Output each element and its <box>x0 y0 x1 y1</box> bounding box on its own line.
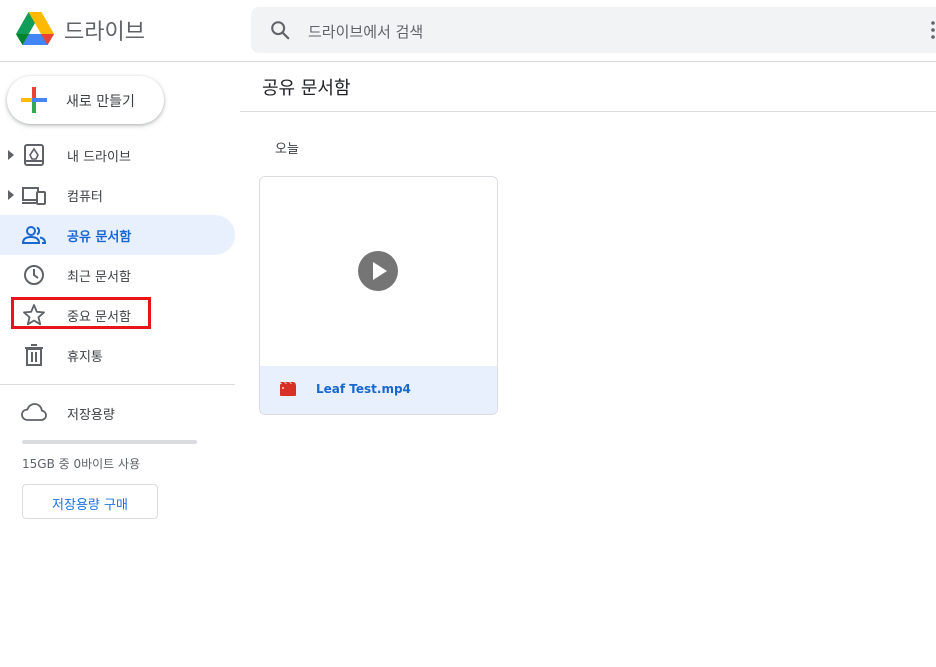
new-button[interactable]: 새로 만들기 <box>7 76 164 124</box>
computer-icon <box>22 187 46 205</box>
sidebar-item-label: 휴지통 <box>67 350 103 365</box>
sidebar-item-label: 내 드라이브 <box>67 150 131 165</box>
sidebar-item-trash[interactable]: 휴지통 <box>0 335 235 375</box>
file-card-footer[interactable]: Leaf Test.mp4 <box>260 366 497 414</box>
storage-usage-text: 15GB 중 0바이트 사용 <box>22 457 141 471</box>
sidebar-item-computers[interactable]: 컴퓨터 <box>0 175 235 215</box>
play-icon <box>358 251 398 291</box>
top-bar: 드라이브 드라이브에서 검색 <box>0 0 936 62</box>
file-card[interactable]: Leaf Test.mp4 <box>259 176 498 415</box>
section-header-today: 오늘 <box>275 142 299 157</box>
new-button-label: 새로 만들기 <box>66 94 135 110</box>
trash-icon <box>25 344 43 366</box>
video-file-icon <box>280 382 296 396</box>
sidebar-item-label: 최근 문서함 <box>67 270 131 285</box>
expand-arrow-icon[interactable] <box>8 150 14 160</box>
cloud-icon <box>21 403 47 421</box>
sidebar-item-label: 공유 문서함 <box>67 230 132 245</box>
app-title[interactable]: 드라이브 <box>64 14 145 46</box>
sidebar-item-label: 컴퓨터 <box>67 190 103 205</box>
sidebar-item-recent[interactable]: 최근 문서함 <box>0 255 235 295</box>
more-options-icon[interactable] <box>930 20 936 40</box>
plus-icon <box>21 87 47 113</box>
sidebar-item-my-drive[interactable]: 내 드라이브 <box>0 135 235 175</box>
search-placeholder[interactable]: 드라이브에서 검색 <box>308 21 423 42</box>
highlight-annotation-box <box>11 297 151 329</box>
storage-usage-bar <box>22 440 197 444</box>
sidebar-item-shared[interactable]: 공유 문서함 <box>0 215 235 255</box>
storage-label[interactable]: 저장용량 <box>67 404 115 423</box>
main-divider <box>240 111 936 112</box>
buy-storage-button[interactable]: 저장용량 구매 <box>22 484 158 519</box>
recent-clock-icon <box>24 265 44 285</box>
drive-logo-icon[interactable] <box>16 12 54 46</box>
expand-arrow-icon[interactable] <box>8 190 14 200</box>
sidebar-divider <box>0 384 235 385</box>
file-name: Leaf Test.mp4 <box>316 382 411 396</box>
search-bar[interactable]: 드라이브에서 검색 <box>251 7 936 53</box>
buy-storage-label: 저장용량 구매 <box>52 498 128 513</box>
page-title: 공유 문서함 <box>262 78 351 99</box>
shared-icon <box>22 226 46 244</box>
file-thumbnail[interactable] <box>260 177 497 366</box>
my-drive-icon <box>24 144 44 166</box>
search-icon[interactable] <box>269 19 291 41</box>
